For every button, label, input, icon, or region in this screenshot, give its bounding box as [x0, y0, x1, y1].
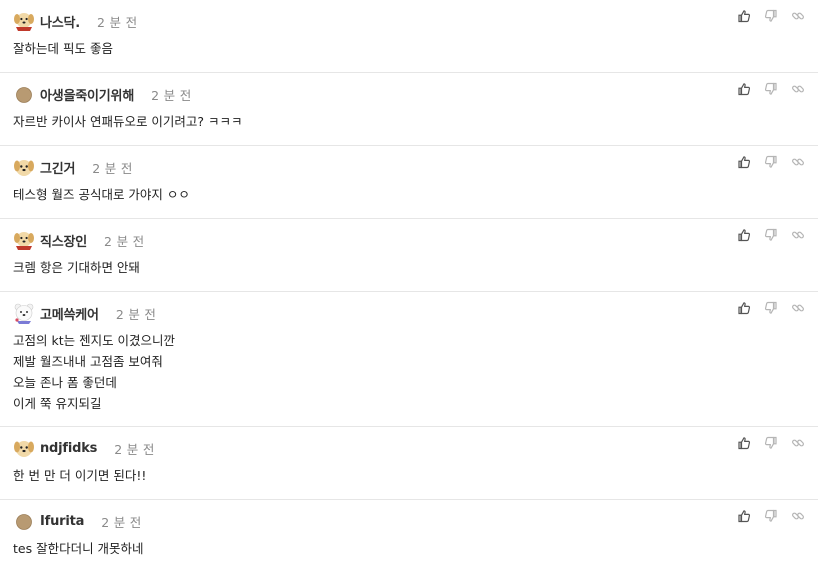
comment-actions [737, 509, 805, 523]
comment-item: 그긴거 2 분 전테스형 월즈 공식대로 가야지 ㅇㅇ [0, 146, 818, 219]
bear-avatar[interactable] [13, 302, 35, 324]
comment-item: ndjfidks 2 분 전한 번 만 더 이기면 된다!! [0, 427, 818, 500]
comment-timestamp: 2 분 전 [114, 441, 155, 457]
comment-text-line: 한 번 만 더 이기면 된다!! [13, 468, 147, 483]
comment-author[interactable]: 나스닥. [40, 12, 80, 31]
comment-header: Ifurita 2 분 전 [13, 509, 818, 533]
comment-actions [737, 436, 805, 450]
comment-item: Ifurita 2 분 전 tes 잘한다더니 개못하네 [0, 500, 818, 566]
link-icon[interactable] [791, 509, 805, 523]
comment-actions [737, 82, 805, 96]
comment-timestamp: 2 분 전 [151, 87, 192, 103]
thumbs-up-icon[interactable] [737, 509, 751, 523]
comment-timestamp: 2 분 전 [101, 514, 142, 530]
comment-header: 나스닥. 2 분 전 [13, 9, 818, 33]
puppy-avatar[interactable] [13, 437, 35, 459]
comment-text-line: 고점의 kt는 젠지도 이겼으니깐 [13, 333, 176, 348]
thumbs-up-icon[interactable] [737, 228, 751, 242]
thumbs-down-icon[interactable] [764, 228, 778, 242]
comment-actions [737, 9, 805, 23]
link-icon[interactable] [791, 228, 805, 242]
comment-timestamp: 2 분 전 [92, 160, 133, 176]
default-circle-avatar[interactable] [13, 510, 35, 532]
comment-timestamp: 2 분 전 [104, 233, 145, 249]
comment-header: 그긴거 2 분 전 [13, 155, 818, 179]
comment-author[interactable]: 아생을죽이기위해 [40, 85, 134, 104]
thumbs-down-icon[interactable] [764, 509, 778, 523]
comment-author[interactable]: ndjfidks [40, 441, 97, 456]
default-circle-avatar[interactable] [13, 83, 35, 105]
comment-text-line: 이게 쭉 유지되길 [13, 396, 102, 411]
comment-actions [737, 301, 805, 315]
comment-text-line: 오늘 존나 폼 좋던데 [13, 375, 117, 390]
puppy-avatar[interactable] [13, 156, 35, 178]
comment-body: 크렘 항은 기대하면 안돼 [13, 257, 818, 278]
comment-timestamp: 2 분 전 [97, 14, 138, 30]
comment-author[interactable]: Ifurita [40, 514, 84, 529]
comment-actions [737, 155, 805, 169]
comment-list: 나스닥. 2 분 전 잘하는데 픽도 좋음 아생을죽이기위해 2 분 전 자르반 카이사… [0, 0, 822, 566]
comment-item: 고메쓱케어 2 분 전고점의 kt는 젠지도 이겼으니깐제발 월즈내내 고점좀 보… [0, 292, 818, 427]
comment-author[interactable]: 그긴거 [40, 158, 75, 177]
thumbs-up-icon[interactable] [737, 436, 751, 450]
comment-text-line: 크렘 항은 기대하면 안돼 [13, 260, 140, 275]
comment-timestamp: 2 분 전 [115, 306, 157, 322]
thumbs-down-icon[interactable] [764, 436, 778, 450]
comment-item: 직스장인 2 분 전크렘 항은 기대하면 안돼 [0, 219, 818, 292]
thumbs-up-icon[interactable] [737, 155, 751, 169]
comment-item: 나스닥. 2 분 전잘하는데 픽도 좋음 [0, 0, 818, 73]
thumbs-down-icon[interactable] [764, 82, 778, 96]
comment-text-line: 제발 월즈내내 고점좀 보여줘 [13, 354, 163, 369]
thumbs-down-icon[interactable] [764, 155, 778, 169]
comment-text-line: tes 잘한다더니 개못하네 [13, 541, 144, 556]
comment-body: 한 번 만 더 이기면 된다!! [13, 465, 818, 486]
thumbs-up-icon[interactable] [737, 301, 751, 315]
thumbs-up-icon[interactable] [737, 82, 751, 96]
link-icon[interactable] [791, 436, 805, 450]
link-icon[interactable] [791, 301, 805, 315]
thumbs-up-icon[interactable] [737, 9, 751, 23]
comment-text-line: 테스형 월즈 공식대로 가야지 ㅇㅇ [13, 187, 190, 202]
comment-item: 아생을죽이기위해 2 분 전자르반 카이사 연패듀오로 이기려고? ㅋㅋㅋ [0, 73, 818, 146]
comment-header: 고메쓱케어 2 분 전 [13, 301, 818, 325]
comment-body: 고점의 kt는 젠지도 이겼으니깐제발 월즈내내 고점좀 보여줘오늘 존나 폼 … [13, 330, 818, 414]
comment-author[interactable]: 고메쓱케어 [40, 304, 99, 323]
comment-body: tes 잘한다더니 개못하네 [13, 538, 818, 559]
comment-header: 아생을죽이기위해 2 분 전 [13, 82, 818, 106]
comment-header: 직스장인 2 분 전 [13, 228, 818, 252]
puppy-scarf-avatar[interactable] [13, 229, 35, 251]
comment-header: ndjfidks 2 분 전 [13, 436, 818, 460]
comment-author[interactable]: 직스장인 [40, 231, 87, 250]
comment-body: 자르반 카이사 연패듀오로 이기려고? ㅋㅋㅋ [13, 111, 818, 132]
link-icon[interactable] [791, 82, 805, 96]
puppy-scarf-avatar[interactable] [13, 10, 35, 32]
link-icon[interactable] [791, 9, 805, 23]
link-icon[interactable] [791, 155, 805, 169]
comment-body: 테스형 월즈 공식대로 가야지 ㅇㅇ [13, 184, 818, 205]
comment-actions [737, 228, 805, 242]
comment-text-line: 자르반 카이사 연패듀오로 이기려고? ㅋㅋㅋ [13, 114, 243, 129]
thumbs-down-icon[interactable] [764, 9, 778, 23]
thumbs-down-icon[interactable] [764, 301, 778, 315]
comment-body: 잘하는데 픽도 좋음 [13, 38, 818, 59]
comment-text-line: 잘하는데 픽도 좋음 [13, 41, 113, 56]
